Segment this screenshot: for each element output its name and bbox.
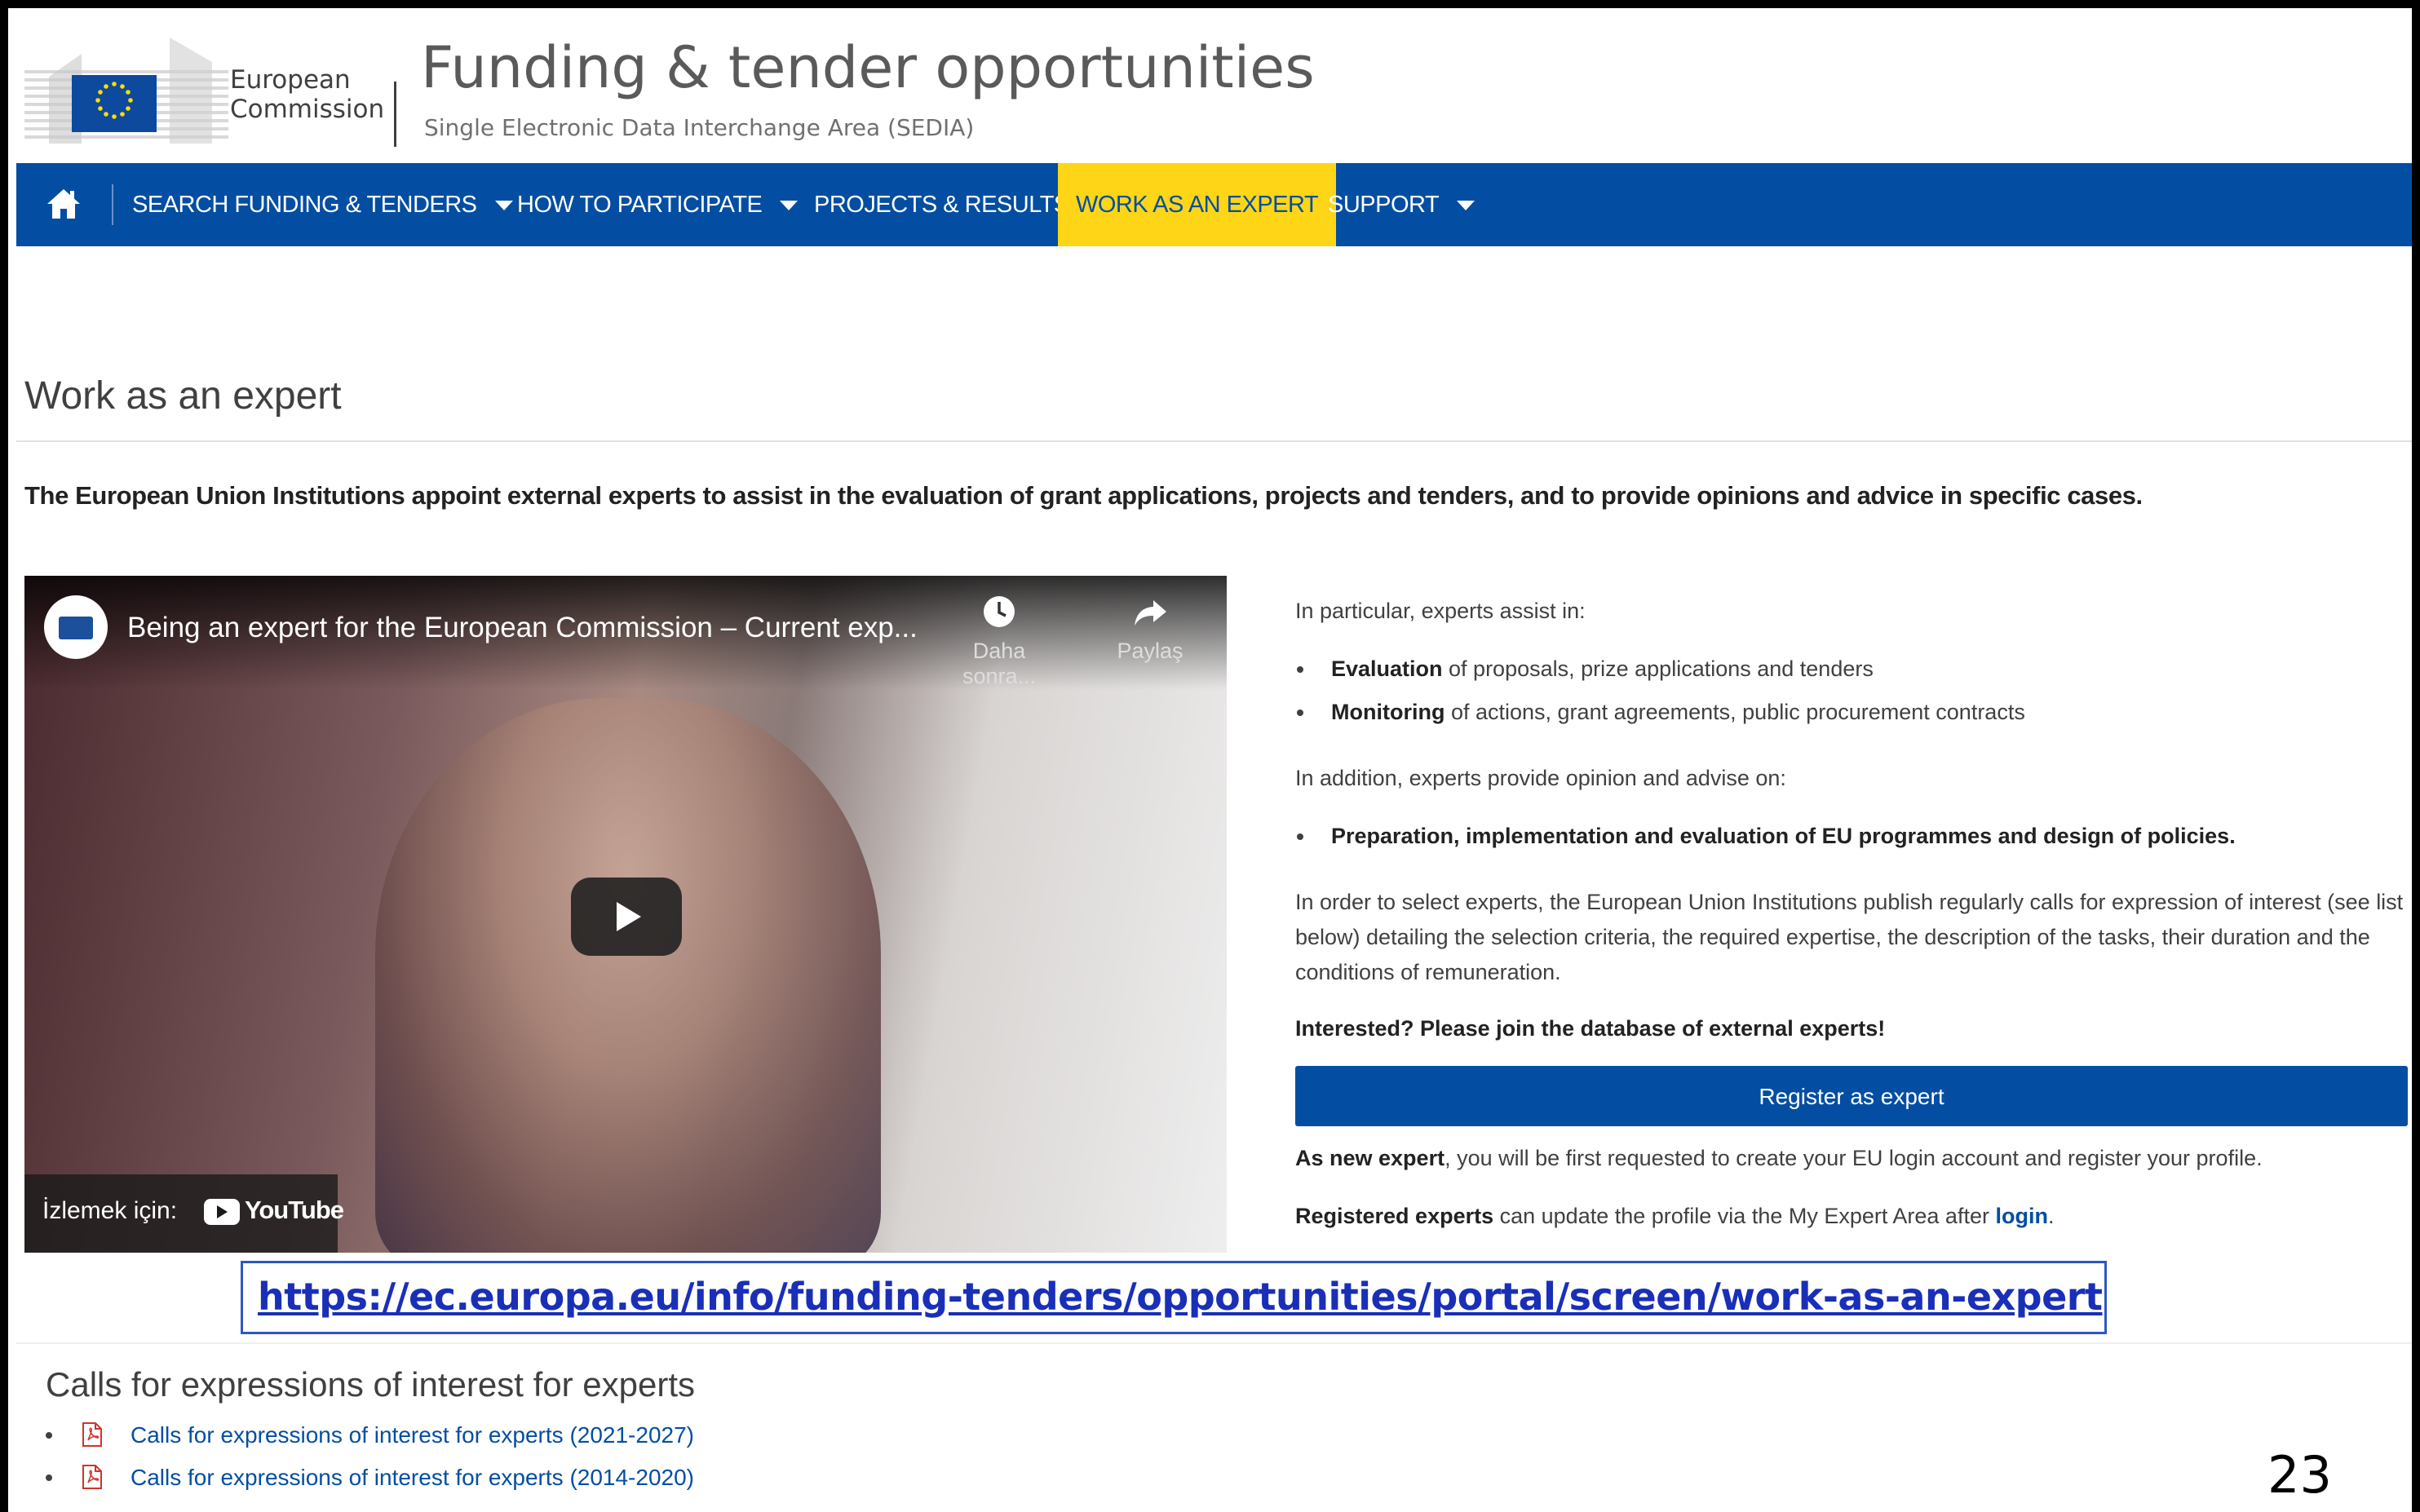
list-item: Calls for expressions of interest for ex… xyxy=(41,1461,694,1504)
nav-label: SEARCH FUNDING & TENDERS xyxy=(132,192,477,218)
share-label: Paylaş xyxy=(1117,639,1183,663)
title-divider xyxy=(16,440,2412,442)
nav-divider xyxy=(112,184,113,225)
nav-label: HOW TO PARTICIPATE xyxy=(517,192,763,218)
site-header: European Commission Funding & tender opp… xyxy=(16,16,2412,163)
channel-avatar[interactable] xyxy=(44,595,108,659)
list-item: Calls for expressions of interest for ex… xyxy=(41,1419,694,1461)
video-title[interactable]: Being an expert for the European Commiss… xyxy=(127,612,918,644)
new-expert-text: As new expert, you will be first request… xyxy=(1295,1141,2405,1176)
assist-list: Evaluation of proposals, prize applicati… xyxy=(1295,652,2405,730)
registered-end: . xyxy=(2047,1204,2055,1228)
logo-wordmark: European Commission xyxy=(230,65,384,124)
advise-intro: In addition, experts provide opinion and… xyxy=(1295,766,1786,790)
expert-info-panel: In particular, experts assist in: Evalua… xyxy=(1295,594,2408,1234)
main-navigation: SEARCH FUNDING & TENDERS HOW TO PARTICIP… xyxy=(16,163,2412,246)
section-divider xyxy=(16,1342,2412,1344)
registered-expert-text: Registered experts can update the profil… xyxy=(1295,1199,2405,1234)
new-expert-bold: As new expert xyxy=(1295,1146,1445,1170)
call-link-2021-2027[interactable]: Calls for expressions of interest for ex… xyxy=(131,1422,694,1448)
share-arrow-icon xyxy=(1135,600,1166,626)
registered-bold: Registered experts xyxy=(1295,1204,1494,1228)
assist-item-bold: Monitoring xyxy=(1331,700,1445,724)
play-button[interactable] xyxy=(571,878,682,956)
logo-line-2: Commission xyxy=(230,95,385,124)
calls-list: Calls for expressions of interest for ex… xyxy=(41,1419,694,1504)
interested-text: Interested? Please join the database of … xyxy=(1295,1016,1886,1041)
assist-item-text: of proposals, prize applications and ten… xyxy=(1442,657,1874,681)
watch-later-button[interactable]: Daha sonra... xyxy=(946,594,1052,689)
header-separator xyxy=(394,82,396,147)
nav-label: SUPPORT xyxy=(1328,192,1440,218)
caret-down-icon xyxy=(494,201,513,211)
advise-list: Preparation, implementation and evaluati… xyxy=(1295,819,2405,854)
list-item: Evaluation of proposals, prize applicati… xyxy=(1297,652,2405,687)
portal-url-link[interactable]: https://ec.europa.eu/info/funding-tender… xyxy=(258,1275,2103,1319)
bullet xyxy=(46,1432,52,1439)
selection-text: In order to select experts, the European… xyxy=(1295,890,2404,984)
share-button[interactable]: Paylaş xyxy=(1109,594,1191,664)
logo-line-1: European xyxy=(230,65,351,95)
registered-rest: can update the profile via the My Expert… xyxy=(1493,1204,1996,1228)
url-callout-box: https://ec.europa.eu/info/funding-tender… xyxy=(241,1261,2107,1334)
nav-label: PROJECTS & RESULTS xyxy=(814,192,1069,218)
list-item: Preparation, implementation and evaluati… xyxy=(1297,819,2405,854)
slide-frame: European Commission Funding & tender opp… xyxy=(0,0,2420,1512)
nav-support[interactable]: SUPPORT xyxy=(1328,163,1475,246)
advise-item: Preparation, implementation and evaluati… xyxy=(1331,824,2236,848)
watch-on-youtube-button[interactable]: İzlemek için: YouTube xyxy=(24,1174,344,1253)
list-item: Monitoring of actions, grant agreements,… xyxy=(1297,695,2405,730)
nav-label: WORK AS AN EXPERT xyxy=(1076,192,1319,218)
youtube-wordmark: YouTube xyxy=(245,1196,344,1224)
slide-number: 23 xyxy=(2267,1445,2332,1505)
site-subtitle: Single Electronic Data Interchange Area … xyxy=(424,114,975,141)
video-thumbnail-person xyxy=(375,698,881,1253)
pdf-file-icon xyxy=(82,1422,102,1447)
clock-icon xyxy=(984,596,1015,627)
assist-item-bold: Evaluation xyxy=(1331,657,1443,681)
site-title[interactable]: Funding & tender opportunities xyxy=(421,34,1315,101)
watch-later-label: Daha sonra... xyxy=(962,639,1037,688)
nav-search-funding-tenders[interactable]: SEARCH FUNDING & TENDERS xyxy=(132,163,513,246)
new-expert-rest: , you will be first requested to create … xyxy=(1444,1146,2263,1170)
assist-intro: In particular, experts assist in: xyxy=(1295,599,1586,623)
caret-down-icon xyxy=(1457,201,1475,211)
bullet xyxy=(46,1474,52,1481)
page-title: Work as an expert xyxy=(24,374,342,418)
nav-how-to-participate[interactable]: HOW TO PARTICIPATE xyxy=(517,163,799,246)
nav-projects-results[interactable]: PROJECTS & RESULTS xyxy=(814,163,1069,246)
login-link[interactable]: login xyxy=(1995,1204,2047,1228)
caret-down-icon xyxy=(780,201,799,211)
calls-section-title: Calls for expressions of interest for ex… xyxy=(46,1365,695,1404)
pdf-file-icon xyxy=(82,1465,102,1489)
home-icon[interactable] xyxy=(44,184,83,223)
watch-on-label: İzlemek için: xyxy=(42,1197,178,1224)
intro-text: The European Union Institutions appoint … xyxy=(24,481,2143,510)
register-as-expert-button[interactable]: Register as expert xyxy=(1295,1066,2408,1126)
interested-line: Interested? Please join the database of … xyxy=(1295,1011,2405,1046)
call-link-2014-2020[interactable]: Calls for expressions of interest for ex… xyxy=(131,1465,694,1490)
play-icon xyxy=(617,902,641,931)
nav-work-as-an-expert[interactable]: WORK AS AN EXPERT xyxy=(1058,163,1337,246)
youtube-video-embed[interactable]: Being an expert for the European Commiss… xyxy=(24,576,1227,1253)
youtube-logo-icon xyxy=(204,1199,240,1225)
assist-item-text: of actions, grant agreements, public pro… xyxy=(1444,700,2025,724)
